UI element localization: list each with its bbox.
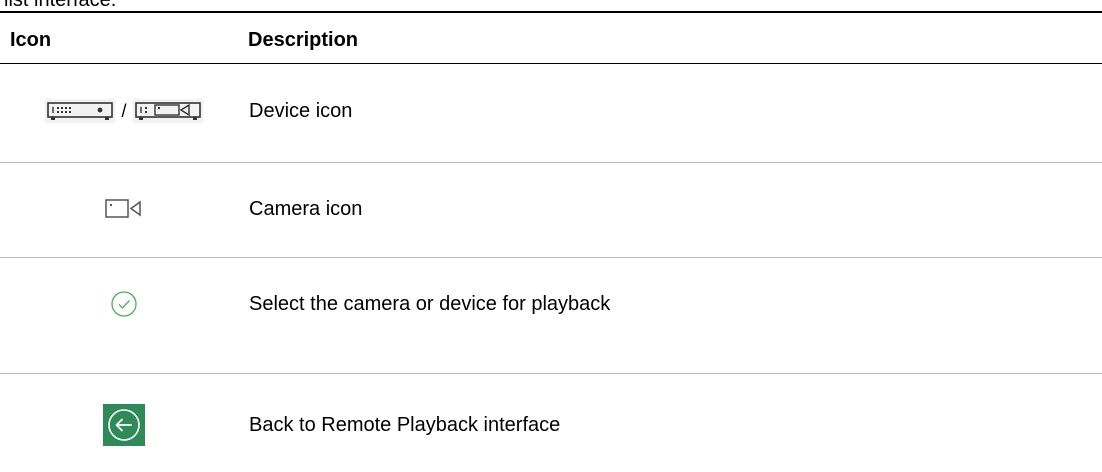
row-description: Device icon: [249, 99, 353, 122]
back-icon-cell: [0, 378, 248, 472]
back-arrow-icon: [103, 404, 145, 446]
table-top-rule: [0, 11, 1102, 13]
check-circle-icon: [111, 291, 137, 317]
header-icon: Icon: [10, 29, 52, 51]
row-description: Select the camera or device for playback: [249, 292, 611, 315]
row-description: Back to Remote Playback interface: [249, 413, 561, 436]
table-row: Back to Remote Playback interface: [0, 378, 1102, 472]
row-description: Camera icon: [249, 197, 363, 220]
check-icon-cell: [0, 257, 248, 351]
device-icon-cell: /: [0, 64, 248, 158]
nvr-device-icon: [45, 99, 116, 123]
camera-icon-cell: [0, 162, 248, 256]
camera-icon: [105, 199, 141, 218]
caption-fragment: list interface.: [4, 0, 117, 11]
table-row: Camera icon: [0, 162, 1102, 256]
header-description: Description: [248, 29, 359, 51]
separator-slash: /: [121, 100, 127, 121]
dvr-camera-device-icon: [132, 99, 203, 123]
table-row: / Device icon: [0, 64, 1102, 158]
table-row: Select the camera or device for playback: [0, 257, 1102, 351]
row-divider: [0, 373, 1102, 374]
